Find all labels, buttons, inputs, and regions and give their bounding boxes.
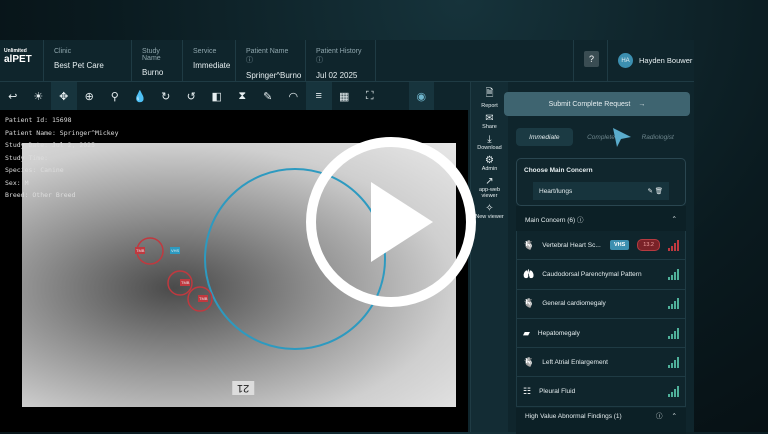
concern-name: Pleural Fluid — [539, 388, 576, 396]
eye-icon[interactable]: ◉ — [408, 82, 434, 110]
high-value-findings-header[interactable]: High Value Abnormal Findings (1) ⓘ ⌃ — [516, 408, 686, 434]
organ-icon: 🫀 — [523, 239, 535, 250]
download-button[interactable]: ⤓ Download — [471, 134, 508, 151]
info-icon: ⓘ — [577, 216, 584, 224]
concern-name: Hepatomegaly — [537, 329, 580, 337]
annotation-label: TMB — [135, 247, 146, 254]
cursor-icon — [613, 128, 631, 147]
protractor-icon[interactable]: ◠ — [281, 82, 307, 110]
confidence-bars-icon — [668, 239, 679, 251]
info-icon: ⓘ ⌃ — [656, 413, 677, 420]
avatar: HA — [618, 53, 633, 68]
concern-name: General cardiomegaly — [542, 300, 606, 308]
patient-name-field[interactable]: Patient Name ⓘ Springer^Burno — [236, 40, 306, 81]
confidence-bars-icon — [668, 268, 679, 280]
concern-item[interactable]: ☷ Pleural Fluid — [516, 377, 686, 407]
concern-item[interactable]: 🫀 General cardiomegaly — [516, 289, 686, 319]
service-field: Service Immediate — [183, 40, 236, 81]
organ-icon: 🫀 — [523, 356, 535, 367]
organ-icon: 🫁 — [523, 268, 535, 279]
organ-icon: ☷ — [523, 386, 532, 397]
concern-name: Caudodorsal Parenchymal Pattern — [542, 270, 642, 278]
submit-complete-request-button[interactable]: Submit Complete Request → — [504, 92, 690, 116]
magnify-icon[interactable]: ⚲ — [102, 82, 128, 110]
concern-item[interactable]: ▰ Hepatomegaly — [516, 318, 686, 349]
service-tabs: Immediate Complete Radiologist — [516, 128, 686, 146]
vhs-badge: VHS — [609, 240, 630, 251]
logo: Unlimited alPET — [0, 40, 44, 81]
annotation-label: TMB — [180, 279, 191, 286]
chevron-up-icon: ⌃ — [671, 215, 677, 223]
confidence-bars-icon — [668, 327, 679, 339]
arrow-right-icon: → — [638, 100, 646, 108]
confidence-bars-icon — [668, 386, 679, 398]
patient-metadata: Patient Id: 15698 Patient Name: Springer^… — [5, 116, 119, 199]
annotation-label: VHS — [170, 247, 181, 254]
external-link-icon: ↗ — [485, 176, 494, 187]
play-button[interactable] — [306, 137, 476, 307]
annotation-label: TMB — [198, 295, 209, 302]
trash-icon[interactable]: 🗑 — [655, 188, 663, 195]
concern-list: 🫀 Vertebral Heart Sc... VHS 13.2 🫁 Caudodorsa… — [516, 231, 686, 407]
undo-icon[interactable]: ↩ — [0, 82, 26, 110]
new-viewer-button[interactable]: ✧ New viewer — [471, 203, 508, 220]
concern-item[interactable]: 🫀 Vertebral Heart Sc... VHS 13.2 — [516, 231, 686, 261]
patient-history-field[interactable]: Patient History ⓘ Jul 02 2025 — [306, 40, 376, 81]
main-concern-select[interactable]: Heart/lungs ✎ 🗑 — [533, 182, 669, 200]
ruler-icon[interactable]: ✎ — [255, 82, 281, 110]
header: Unlimited alPET Clinic Best Pet Care Study… — [0, 40, 694, 82]
gear-icon: ⚙ — [485, 155, 494, 166]
layout-icon[interactable]: ▦ — [332, 82, 358, 110]
edit-icon[interactable]: ✎ — [647, 188, 652, 195]
choose-main-concern: Choose Main Concern Heart/lungs ✎ 🗑 — [516, 158, 686, 206]
tab-immediate[interactable]: Immediate — [516, 128, 573, 146]
invert-icon[interactable]: 💧 — [128, 82, 154, 110]
pan-icon[interactable]: ✥ — [51, 82, 77, 110]
position-marker: 21 — [232, 381, 255, 395]
flip-vertical-icon[interactable]: ⧗ — [230, 82, 256, 110]
study-name-field: Study Name Burno — [132, 40, 183, 81]
organ-icon: ▰ — [523, 327, 530, 338]
rotate-right-icon[interactable]: ↻ — [153, 82, 179, 110]
admin-button[interactable]: ⚙ Admin — [471, 155, 508, 172]
concern-name: Left Atrial Enlargement — [542, 358, 608, 366]
new-viewer-icon: ✧ — [485, 203, 494, 214]
flip-horizontal-icon[interactable]: ◧ — [204, 82, 230, 110]
mail-icon: ✉ — [485, 113, 494, 124]
zoom-in-icon[interactable]: ⊕ — [77, 82, 103, 110]
brightness-icon[interactable]: ☀ — [26, 82, 52, 110]
menu-icon[interactable]: ≡ — [306, 82, 332, 110]
tab-radiologist[interactable]: Radiologist — [629, 128, 686, 146]
clinic-field: Clinic Best Pet Care — [44, 40, 132, 81]
concern-item[interactable]: 🫁 Caudodorsal Parenchymal Pattern — [516, 260, 686, 290]
report-button[interactable]: 🗎 Report — [471, 86, 508, 109]
action-sidebar: 🗎 Report ✉ Share ⤓ Download ⚙ Admin ↗ app-web… — [470, 82, 508, 432]
confidence-bars-icon — [668, 356, 679, 368]
user-menu[interactable]: HA Hayden Bouwer — [608, 40, 694, 81]
vhs-value: 13.2 — [637, 239, 660, 252]
concern-item[interactable]: 🫀 Left Atrial Enlargement — [516, 348, 686, 378]
confidence-bars-icon — [668, 298, 679, 310]
help-button[interactable]: ? — [573, 40, 608, 81]
main-concern-header[interactable]: Main Concern (6) ⓘ ⌃ — [516, 206, 686, 231]
rotate-left-icon[interactable]: ↺ — [179, 82, 205, 110]
share-button[interactable]: ✉ Share — [471, 113, 508, 130]
organ-icon: 🫀 — [523, 298, 535, 309]
findings-panel: Submit Complete Request → Immediate Compl… — [504, 82, 694, 434]
toolbar: ↩ ☀ ✥ ⊕ ⚲ 💧 ↻ ↺ ◧ ⧗ ✎ ◠ ≡ ▦ ⛶ ◉ — [0, 82, 468, 110]
concern-name: Vertebral Heart Sc... — [542, 241, 601, 249]
fullscreen-icon[interactable]: ⛶ — [357, 82, 383, 110]
app-web-viewer-button[interactable]: ↗ app-web viewer — [471, 176, 508, 199]
report-icon: 🗎 — [485, 88, 494, 99]
download-icon: ⤓ — [487, 134, 492, 145]
